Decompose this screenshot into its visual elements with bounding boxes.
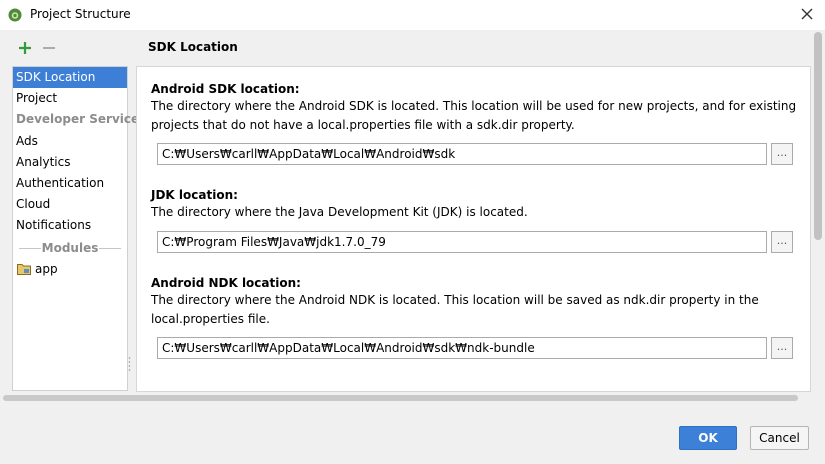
project-structure-window: Project Structure SDK Location Project D…	[0, 0, 825, 464]
sidebar-header-developer-services: Developer Services	[16, 112, 147, 126]
modules-divider-right	[99, 248, 121, 249]
plus-icon[interactable]	[17, 40, 33, 56]
sidebar-item-analytics[interactable]: Analytics	[13, 152, 127, 173]
horizontal-scrollbar-thumb[interactable]	[3, 395, 798, 401]
jdk-path-field[interactable]: C:₩Program Files₩Java₩jdk1.7.0_79	[157, 231, 767, 253]
module-item-app[interactable]: app	[13, 259, 127, 280]
jdk-label: JDK location:	[151, 188, 238, 202]
cancel-button[interactable]: Cancel	[750, 426, 809, 450]
sidebar: SDK Location Project Developer Services …	[0, 30, 147, 391]
android-ndk-label: Android NDK location:	[151, 276, 301, 290]
sdk-location-panel: Android SDK location: The directory wher…	[136, 66, 811, 392]
sidebar-item-authentication[interactable]: Authentication	[13, 173, 127, 194]
minus-icon[interactable]	[41, 40, 57, 56]
android-sdk-path-field[interactable]: C:₩Users₩carll₩AppData₩Local₩Android₩sdk	[157, 143, 767, 165]
page-title: SDK Location	[148, 40, 238, 54]
sidebar-item-notifications[interactable]: Notifications	[13, 215, 127, 236]
horizontal-scrollbar[interactable]	[0, 392, 812, 404]
vertical-scrollbar-thumb[interactable]	[814, 32, 822, 240]
sidebar-list: SDK Location Project Developer Services …	[12, 66, 147, 391]
android-sdk-label: Android SDK location:	[151, 82, 300, 96]
ok-button[interactable]: OK	[679, 426, 737, 450]
jdk-description: The directory where the Java Development…	[151, 205, 528, 219]
android-ndk-description: The directory where the Android NDK is l…	[151, 293, 759, 326]
android-sdk-browse-button[interactable]: ...	[771, 143, 793, 165]
sidebar-item-sdk-location[interactable]: SDK Location	[13, 67, 127, 88]
splitter-handle[interactable]	[128, 355, 131, 375]
vertical-scrollbar[interactable]	[812, 30, 825, 392]
sidebar-item-cloud[interactable]: Cloud	[13, 194, 127, 215]
android-sdk-description: The directory where the Android SDK is l…	[151, 99, 797, 132]
module-folder-icon	[17, 264, 31, 275]
sidebar-item-ads[interactable]: Ads	[13, 131, 127, 152]
window-title: Project Structure	[30, 7, 131, 21]
sidebar-item-project[interactable]: Project	[13, 88, 127, 109]
android-studio-icon	[8, 8, 22, 22]
jdk-browse-button[interactable]: ...	[771, 231, 793, 253]
module-item-label: app	[35, 262, 58, 276]
android-ndk-browse-button[interactable]: ...	[771, 337, 793, 359]
close-icon[interactable]	[799, 6, 815, 22]
android-ndk-path-field[interactable]: C:₩Users₩carll₩AppData₩Local₩Android₩sdk…	[157, 337, 767, 359]
title-bar: Project Structure	[0, 0, 825, 30]
